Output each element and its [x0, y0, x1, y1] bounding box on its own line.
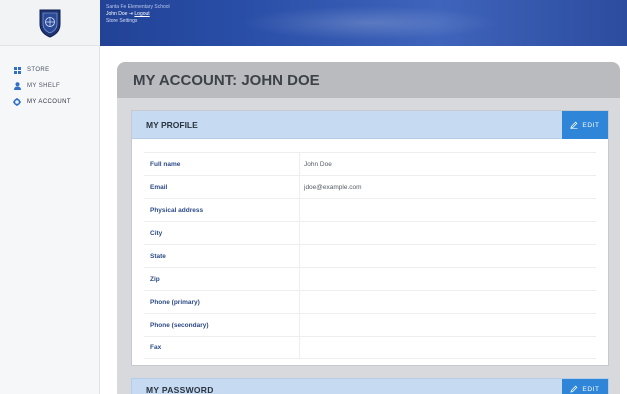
user-icon: [12, 82, 22, 90]
grid-icon: [12, 66, 22, 74]
sidebar-item-my-account[interactable]: MY ACCOUNT: [12, 94, 71, 110]
field-value: jdoe@example.com: [299, 175, 596, 199]
table-row: Full name John Doe: [144, 152, 596, 176]
header-decoration: [240, 6, 500, 40]
my-password-title: MY PASSWORD: [146, 385, 214, 394]
store-settings-link[interactable]: Store Settings: [106, 18, 170, 25]
logo-container[interactable]: [0, 0, 100, 46]
sidebar-nav: STORE MY SHELF MY ACCOUNT: [12, 62, 71, 110]
logout-link[interactable]: Logout: [134, 11, 149, 17]
field-label: Phone (secondary): [150, 321, 209, 329]
field-label: Phone (primary): [150, 298, 200, 306]
field-value: [299, 198, 596, 222]
page-title-bar: MY ACCOUNT: JOHN DOE: [117, 62, 620, 98]
field-value: [299, 336, 596, 359]
table-row: Email jdoe@example.com: [144, 175, 596, 199]
table-row: Zip: [144, 267, 596, 291]
field-label: Full name: [150, 160, 181, 168]
edit-password-button[interactable]: EDIT: [562, 379, 608, 394]
field-label: Email: [150, 183, 168, 191]
sidebar-item-store[interactable]: STORE: [12, 62, 71, 78]
field-label: Physical address: [150, 206, 204, 214]
table-row: Phone (primary): [144, 290, 596, 314]
sidebar-item-label: MY SHELF: [27, 83, 61, 89]
field-value: [299, 221, 596, 245]
field-label: City: [150, 229, 163, 237]
table-row: Physical address: [144, 198, 596, 222]
field-label: Zip: [150, 275, 160, 283]
gear-icon: [12, 98, 22, 106]
my-profile-header: MY PROFILE EDIT: [132, 111, 608, 139]
my-profile-panel: MY PROFILE EDIT Full name John Doe Email…: [131, 110, 609, 366]
table-row: State: [144, 244, 596, 268]
table-row: City: [144, 221, 596, 245]
field-label: Fax: [150, 344, 162, 351]
edit-profile-label: EDIT: [582, 121, 600, 129]
logout-icon: ⇥: [128, 11, 133, 17]
sidebar-item-my-shelf[interactable]: MY SHELF: [12, 78, 71, 94]
table-row: Fax: [144, 336, 596, 359]
top-user-links: Santa Fe Elementary School John Doe ⇥ Lo…: [106, 4, 170, 25]
field-label: State: [150, 252, 166, 260]
page-title: MY ACCOUNT: JOHN DOE: [133, 72, 320, 89]
school-name: Santa Fe Elementary School: [106, 4, 170, 10]
school-crest-logo: [39, 9, 61, 38]
sidebar: STORE MY SHELF MY ACCOUNT: [0, 0, 100, 394]
my-password-panel: MY PASSWORD EDIT: [131, 378, 609, 394]
edit-password-label: EDIT: [582, 385, 600, 393]
sidebar-item-label: MY ACCOUNT: [27, 99, 71, 105]
edit-profile-button[interactable]: EDIT: [562, 111, 608, 139]
field-value: [299, 267, 596, 291]
field-value: [299, 313, 596, 337]
edit-icon: [570, 121, 578, 129]
table-row: Phone (secondary): [144, 313, 596, 337]
field-value: [299, 244, 596, 268]
edit-icon: [570, 385, 578, 393]
field-value: John Doe: [299, 152, 596, 176]
my-profile-title: MY PROFILE: [146, 120, 198, 130]
user-name: John Doe: [106, 11, 128, 17]
field-value: [299, 290, 596, 314]
sidebar-item-label: STORE: [27, 67, 50, 73]
profile-table: Full name John Doe Email jdoe@example.co…: [144, 152, 596, 359]
